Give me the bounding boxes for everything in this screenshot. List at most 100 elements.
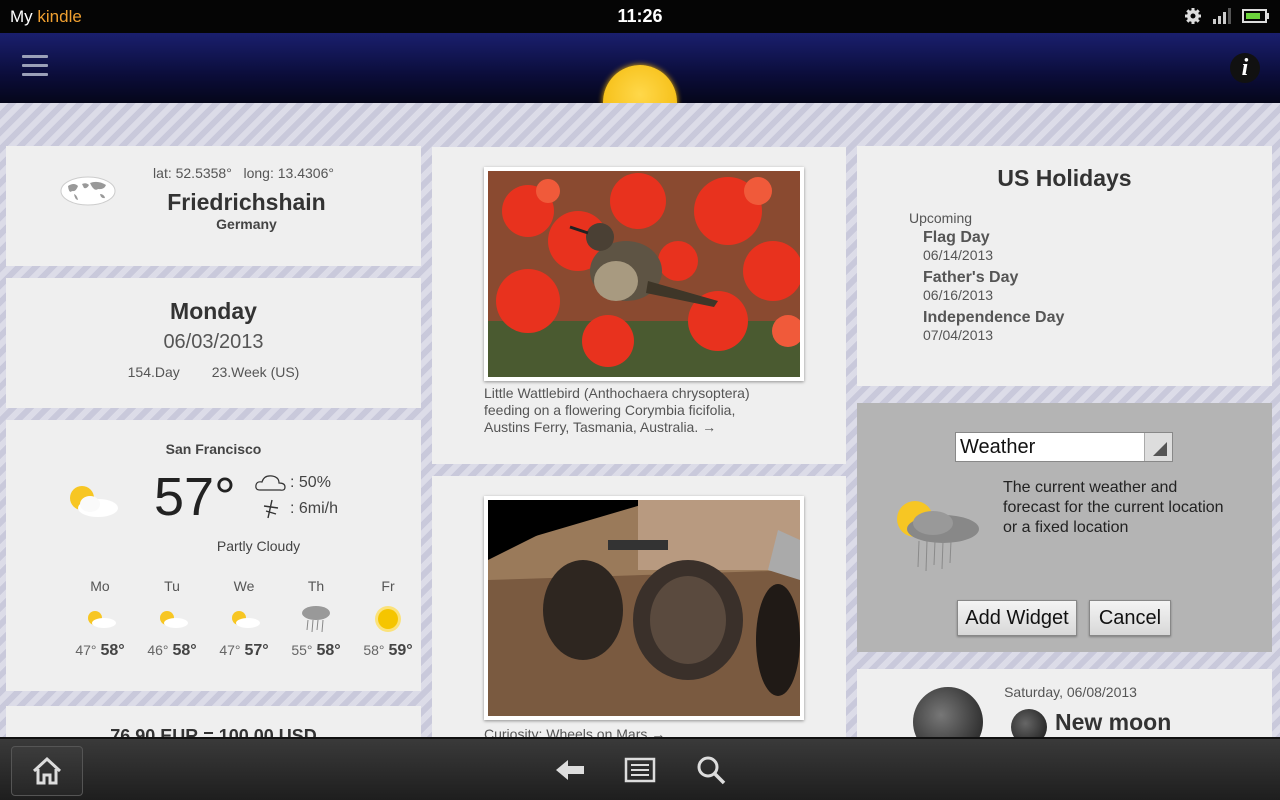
widget-type-select[interactable]: Weather — [955, 432, 1173, 462]
forecast-high: 58° — [172, 642, 197, 659]
date-widget[interactable]: Monday 06/03/2013 154.Day 23.Week (US) — [6, 278, 421, 408]
forecast-day-name: Th — [307, 578, 325, 594]
weather-condition: Partly Cloudy — [216, 538, 301, 554]
photo-caption[interactable]: Curiosity: Wheels on Mars → — [484, 726, 784, 737]
moon-icon — [1011, 709, 1047, 737]
status-bar: My kindle 11:26 — [0, 0, 1280, 33]
photo-widget[interactable]: Little Wattlebird (Anthochaera chrysopte… — [432, 147, 846, 464]
forecast-day: We 47° 57° — [208, 578, 280, 660]
mars-rover-image — [488, 500, 800, 716]
holidays-widget[interactable]: US Holidays Upcoming Flag Day 06/14/2013… — [857, 146, 1272, 386]
menu-icon — [624, 757, 656, 783]
search-icon — [697, 756, 726, 785]
forecast-day-name: Fr — [381, 578, 395, 594]
photo-widget[interactable]: Curiosity: Wheels on Mars → — [432, 476, 846, 737]
back-icon — [556, 760, 584, 780]
back-button[interactable] — [553, 755, 587, 785]
add-widget-panel: Weather The current weather and forecast… — [857, 403, 1272, 652]
upcoming-label: Upcoming — [909, 210, 973, 226]
humidity-value: : 50% — [290, 474, 331, 491]
select-value: Weather — [960, 436, 1036, 458]
holiday-name: Father's Day — [923, 269, 1019, 286]
humidity-row: : 50% — [254, 470, 338, 496]
moon-date: Saturday, 06/08/2013 — [1004, 684, 1137, 700]
clock: 11:26 — [617, 6, 663, 26]
photo-mars[interactable] — [484, 496, 804, 720]
widget-description: The current weather and forecast for the… — [1003, 479, 1224, 536]
hamburger-icon[interactable] — [22, 55, 48, 79]
sunny-icon — [375, 606, 401, 632]
weather-rain-icon — [897, 501, 979, 572]
forecast-high: 57° — [244, 642, 269, 659]
partly-cloudy-icon — [232, 611, 260, 628]
home-button[interactable] — [11, 746, 83, 796]
wind-icon — [263, 499, 279, 519]
forecast-day-name: Tu — [164, 578, 180, 594]
partly-cloudy-icon — [88, 611, 116, 628]
cloud-outline-icon — [255, 475, 286, 491]
battery-icon — [1242, 9, 1269, 23]
gear-icon[interactable] — [1184, 7, 1202, 25]
signal-icon — [1213, 8, 1231, 24]
moon-phase-label: New moon — [1055, 709, 1172, 735]
holiday-date: 06/14/2013 — [923, 247, 994, 263]
weather-widget[interactable]: San Francisco 57° : 50% : 6mi/h Partly C… — [6, 420, 421, 691]
forecast-row: Mo 47° 58° Tu 46° 58° We 47° 57° Th 55° 58° … — [64, 578, 424, 660]
list-item: Independence Day 07/04/2013 — [923, 309, 1064, 343]
holidays-title: US Holidays — [997, 165, 1132, 191]
date-value: 06/03/2013 — [163, 331, 264, 353]
list-item: Father's Day 06/16/2013 — [923, 269, 1064, 303]
arrow-right-icon[interactable]: → — [651, 726, 665, 737]
day-info: 154.Day 23.Week (US) — [6, 364, 421, 380]
coordinates: lat: 52.5358° long: 13.4306° — [6, 165, 421, 181]
forecast-low: 46° — [147, 642, 169, 658]
partly-cloudy-icon — [70, 486, 118, 517]
location-country: Germany — [216, 216, 277, 232]
moon-widget[interactable]: Saturday, 06/08/2013 New moon — [857, 669, 1272, 737]
week-number: 23.Week (US) — [211, 364, 300, 380]
forecast-day-name: We — [233, 578, 255, 594]
forecast-high: 58° — [316, 642, 341, 659]
status-icons — [1184, 7, 1270, 25]
search-button[interactable] — [694, 755, 728, 785]
weather-city: San Francisco — [165, 441, 262, 457]
partly-cloudy-icon — [160, 611, 188, 628]
holiday-name: Independence Day — [923, 309, 1065, 326]
holiday-list: Flag Day 06/14/2013 Father's Day 06/16/2… — [923, 229, 1064, 349]
forecast-high: 59° — [388, 642, 413, 659]
add-widget-button[interactable]: Add Widget — [957, 600, 1077, 636]
widget-board[interactable]: lat: 52.5358° long: 13.4306° Friedrichsh… — [0, 103, 1280, 737]
forecast-low: 58° — [363, 642, 385, 658]
photo-bird[interactable] — [484, 167, 804, 381]
home-icon — [32, 756, 62, 785]
forecast-high: 58° — [100, 642, 125, 659]
forecast-day: Fr 58° 59° — [352, 578, 424, 660]
location-city: Friedrichshain — [167, 189, 326, 215]
cancel-button[interactable]: Cancel — [1089, 600, 1171, 636]
weather-details: : 50% : 6mi/h — [254, 470, 338, 522]
dropdown-arrow-icon[interactable] — [1144, 433, 1172, 461]
forecast-day: Tu 46° 58° — [136, 578, 208, 660]
currency-conversion: 76.90 EUR = 100.00 USD — [110, 726, 317, 737]
forecast-day: Mo 47° 58° — [64, 578, 136, 660]
arrow-right-icon[interactable]: → — [702, 419, 716, 435]
list-item: Flag Day 06/14/2013 — [923, 229, 1064, 263]
day-name: Monday — [170, 298, 257, 324]
longitude: long: 13.4306° — [243, 165, 334, 181]
forecast-day: Th 55° 58° — [280, 578, 352, 660]
sun-logo — [603, 65, 677, 103]
wind-row: : 6mi/h — [254, 496, 338, 522]
photo-caption[interactable]: Little Wattlebird (Anthochaera chrysopte… — [484, 385, 784, 436]
info-button[interactable]: i — [1230, 53, 1260, 83]
latitude: lat: 52.5358° — [153, 165, 232, 181]
rain-icon — [302, 606, 330, 633]
forecast-day-name: Mo — [90, 578, 110, 594]
system-nav-bar — [0, 737, 1280, 800]
currency-widget[interactable]: 76.90 EUR = 100.00 USD — [6, 706, 421, 737]
app-header: i — [0, 33, 1280, 103]
holiday-date: 07/04/2013 — [923, 327, 994, 343]
holiday-name: Flag Day — [923, 229, 990, 246]
menu-button[interactable] — [623, 755, 657, 785]
location-widget[interactable]: lat: 52.5358° long: 13.4306° Friedrichsh… — [6, 146, 421, 266]
forecast-low: 47° — [219, 642, 241, 658]
